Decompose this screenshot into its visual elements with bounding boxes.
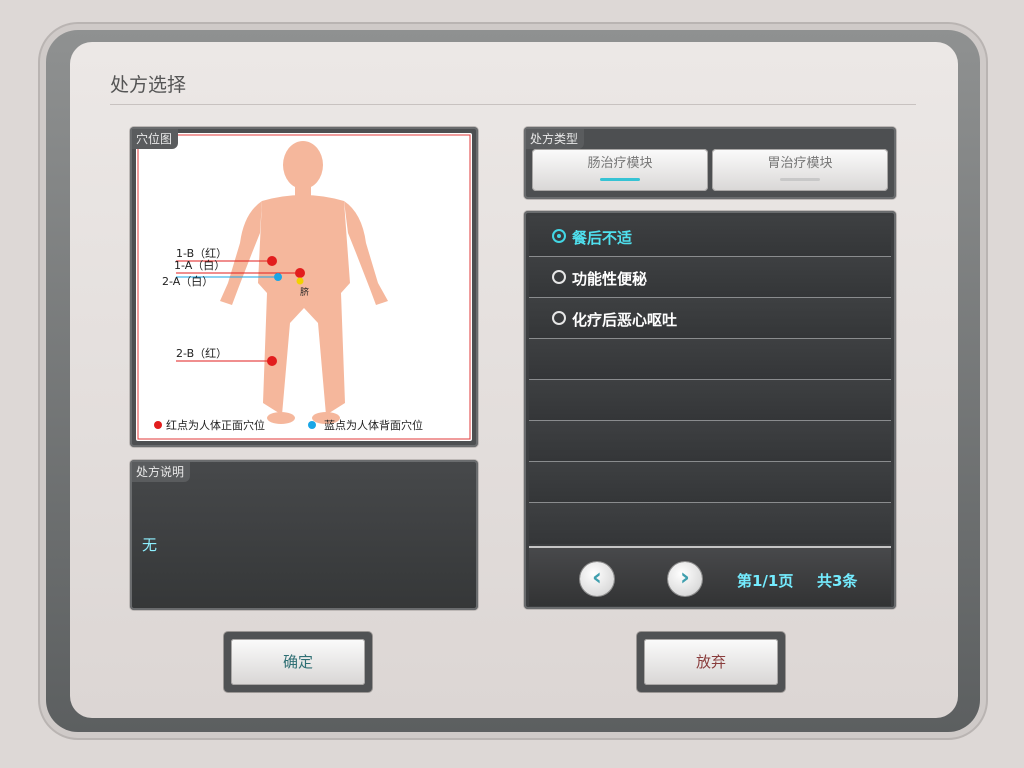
acupoint-2b (267, 356, 277, 366)
navel-point (296, 277, 304, 285)
list-item-label: 化疗后恶心呕吐 (572, 311, 678, 329)
radio-icon (552, 270, 566, 284)
acupoint-2a (274, 273, 282, 281)
prescription-list: 餐后不适 功能性便秘 化疗后恶心呕吐 ‹ › 第1/1页 共3条 (529, 216, 891, 606)
acupoint-figure: 1-B（红） 1-A（白） 2-A（白） 脐 2-B（红） 红点为人体正面穴位 … (137, 134, 471, 440)
chevron-left-icon: ‹ (592, 563, 602, 591)
confirm-button-frame: 确定 (224, 632, 372, 692)
next-page-button[interactable]: › (668, 562, 702, 596)
description-text: 无 (142, 536, 158, 554)
acupoint-1a-label: 1-A（白） (174, 258, 225, 272)
list-item-label: 餐后不适 (572, 229, 633, 247)
title-divider (110, 104, 916, 105)
cancel-button[interactable]: 放弃 (644, 639, 778, 685)
radio-icon (552, 311, 566, 325)
description-panel-tag: 处方说明 (132, 462, 191, 482)
prescription-list-panel: 餐后不适 功能性便秘 化疗后恶心呕吐 ‹ › 第1/1页 共3条 (524, 211, 896, 609)
prescription-type-tag: 处方类型 (526, 129, 585, 149)
list-item-label: 功能性便秘 (572, 270, 648, 288)
chevron-right-icon: › (680, 563, 690, 591)
legend-red-label: 红点为人体正面穴位 (166, 418, 265, 432)
radio-selected-icon (552, 229, 566, 243)
stomach-inactive-indicator (780, 178, 820, 181)
stomach-module-label: 胃治疗模块 (767, 156, 833, 171)
human-body-figure (220, 141, 388, 424)
navel-label: 脐 (300, 286, 309, 298)
acupoint-panel: 1-B（红） 1-A（白） 2-A（白） 脐 2-B（红） 红点为人体正面穴位 … (130, 127, 478, 447)
acupoint-1a (295, 268, 305, 278)
confirm-button[interactable]: 确定 (231, 639, 365, 685)
dialog-title: 处方选择 (110, 74, 187, 96)
legend-blue-dot (308, 421, 316, 429)
empty-list-row (529, 421, 891, 462)
legend-blue-label: 蓝点为人体背面穴位 (324, 418, 423, 432)
acupoint-2b-label: 2-B（红） (176, 347, 227, 360)
acupoint-1b (267, 256, 277, 266)
acupoint-panel-tag: 穴位图 (132, 129, 179, 149)
prev-page-button[interactable]: ‹ (580, 562, 614, 596)
acupoint-2a-label: 2-A（白） (162, 274, 213, 288)
acupoint-diagram: 1-B（红） 1-A（白） 2-A（白） 脐 2-B（红） 红点为人体正面穴位 … (136, 133, 472, 441)
pagination-bar: ‹ › 第1/1页 共3条 (529, 546, 891, 606)
intestine-module-label: 肠治疗模块 (587, 156, 653, 171)
list-item[interactable]: 化疗后恶心呕吐 (529, 298, 891, 339)
list-item[interactable]: 功能性便秘 (529, 257, 891, 298)
empty-list-row (529, 503, 891, 544)
empty-list-row (529, 462, 891, 503)
cancel-button-frame: 放弃 (637, 632, 785, 692)
empty-list-row (529, 339, 891, 380)
prescription-type-panel: 处方类型 肠治疗模块 胃治疗模块 (524, 127, 896, 199)
empty-list-row (529, 380, 891, 421)
page-indicator: 第1/1页 (737, 572, 794, 590)
list-item[interactable]: 餐后不适 (529, 216, 891, 257)
total-count: 共3条 (817, 572, 858, 590)
intestine-active-indicator (600, 178, 640, 181)
legend-red-dot (154, 421, 162, 429)
stomach-module-button[interactable]: 胃治疗模块 (712, 149, 888, 191)
description-panel: 处方说明 无 (130, 460, 478, 610)
intestine-module-button[interactable]: 肠治疗模块 (532, 149, 708, 191)
